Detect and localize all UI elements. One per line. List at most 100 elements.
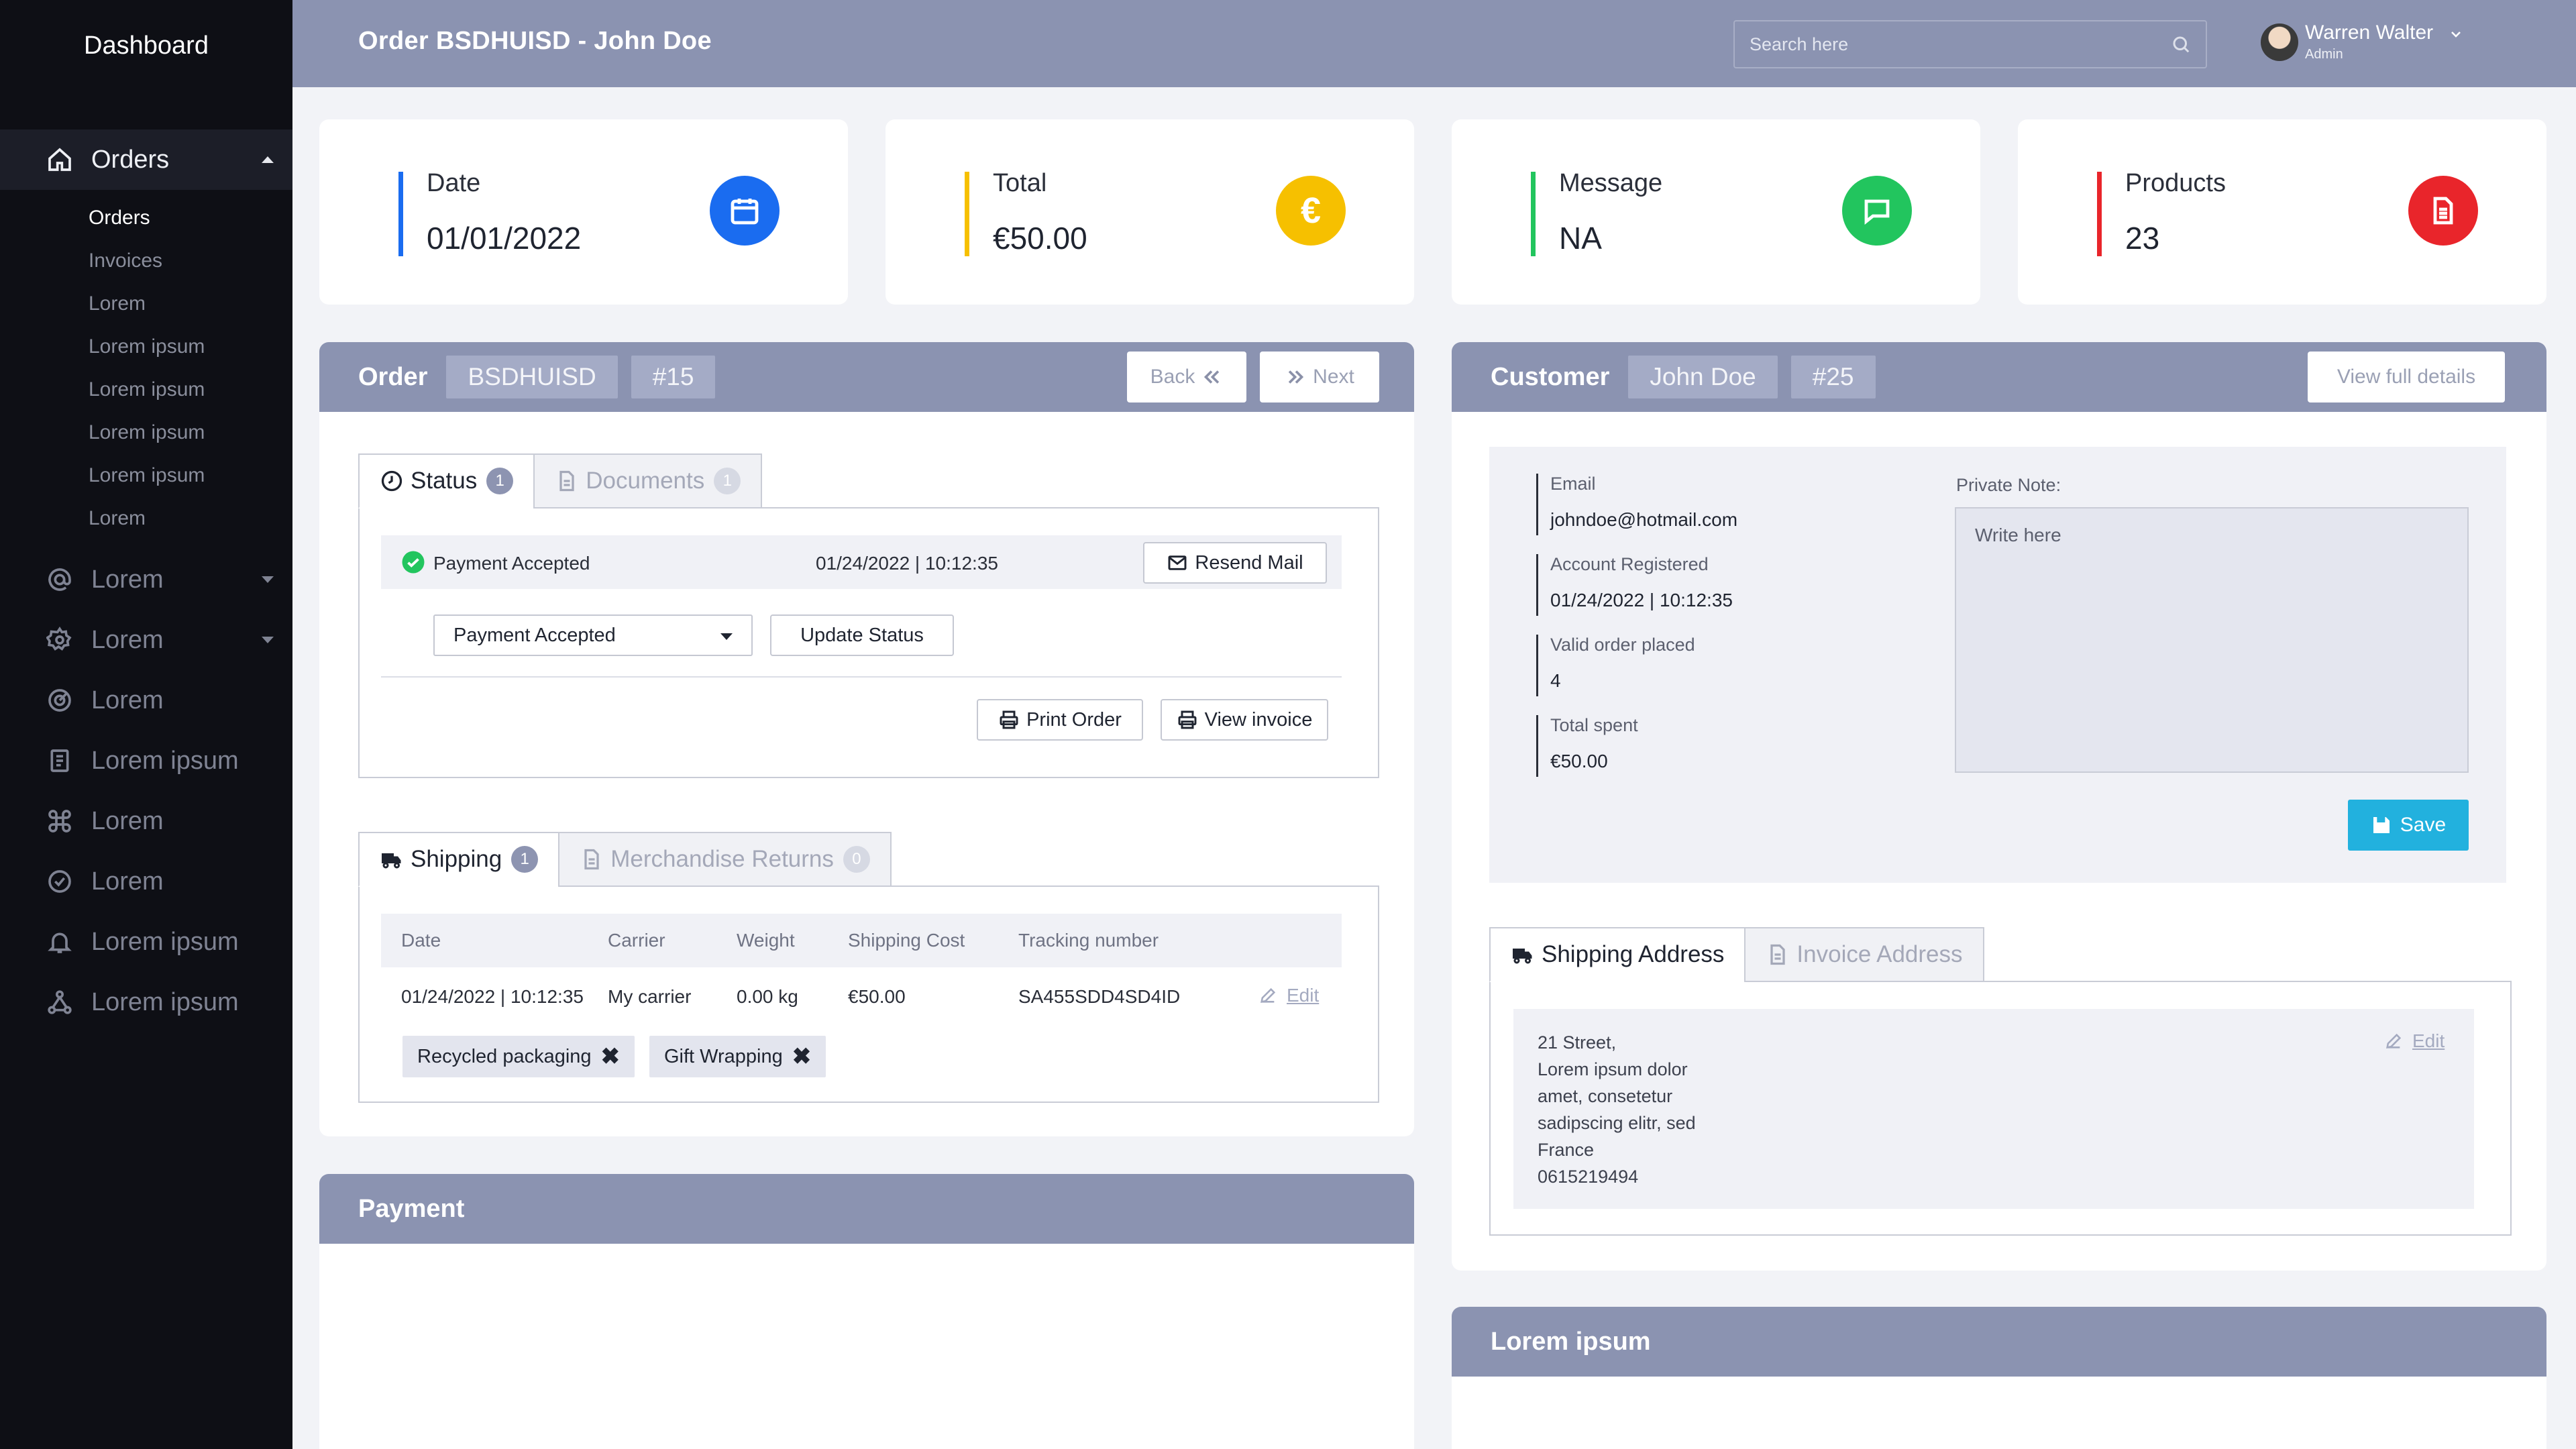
next-label: Next bbox=[1313, 366, 1354, 388]
tab-invoice-address[interactable]: Invoice Address bbox=[1744, 927, 1984, 982]
truck-icon bbox=[382, 853, 401, 869]
column-header-weight: Weight bbox=[737, 930, 795, 951]
tab-shipping-address[interactable]: Shipping Address bbox=[1489, 927, 1746, 982]
submenu-item[interactable]: Lorem bbox=[89, 282, 292, 325]
submenu-item[interactable]: Lorem bbox=[89, 497, 292, 540]
sidebar-item-orders[interactable]: Orders bbox=[0, 129, 292, 190]
pencil-icon bbox=[1260, 987, 1276, 1003]
tag-recycled-packaging[interactable]: Recycled packaging ✖ bbox=[402, 1036, 635, 1077]
submenu-item[interactable]: Lorem ipsum bbox=[89, 368, 292, 411]
info-label: Total spent bbox=[1550, 715, 1638, 735]
close-icon[interactable]: ✖ bbox=[601, 1043, 621, 1070]
sidebar: Dashboard Orders Orders Invoices Lorem L… bbox=[0, 0, 292, 1449]
view-full-details-button[interactable]: View full details bbox=[2308, 352, 2505, 402]
info-value: €50.00 bbox=[1550, 751, 1608, 771]
brand-title[interactable]: Dashboard bbox=[0, 0, 292, 92]
command-icon bbox=[46, 807, 74, 835]
info-total-spent: Total spent €50.00 bbox=[1536, 715, 1638, 777]
close-icon[interactable]: ✖ bbox=[792, 1043, 812, 1070]
tab-shipping[interactable]: Shipping 1 bbox=[358, 832, 560, 887]
edit-shipping-link[interactable]: Edit bbox=[1258, 985, 1319, 1006]
caret-down-icon bbox=[720, 633, 733, 640]
order-code-chip: BSDHUISD bbox=[446, 356, 618, 398]
view-invoice-button[interactable]: View invoice bbox=[1161, 699, 1328, 741]
sidebar-item-label: Lorem bbox=[91, 806, 164, 835]
sidebar-item[interactable]: Lorem bbox=[0, 791, 292, 851]
sidebar-item[interactable]: Lorem bbox=[0, 670, 292, 731]
link-label: Edit bbox=[1287, 985, 1320, 1006]
sidebar-item-label: Orders bbox=[91, 145, 170, 174]
lorem-panel-header: Lorem ipsum bbox=[1452, 1307, 2546, 1377]
user-menu[interactable]: Warren Walter Admin bbox=[2261, 21, 2464, 62]
document-icon bbox=[584, 849, 599, 870]
button-label: Print Order bbox=[1026, 708, 1122, 731]
sidebar-item[interactable]: Lorem ipsum bbox=[0, 912, 292, 972]
update-status-button[interactable]: Update Status bbox=[770, 614, 954, 656]
tab-label: Shipping bbox=[411, 846, 502, 872]
next-button[interactable]: Next bbox=[1260, 352, 1379, 402]
tab-label: Status bbox=[411, 468, 478, 494]
bell-icon bbox=[46, 928, 74, 956]
info-account-registered: Account Registered 01/24/2022 | 10:12:35 bbox=[1536, 554, 1733, 616]
private-note-textarea[interactable]: Write here bbox=[1955, 507, 2469, 773]
document-icon bbox=[1770, 944, 1786, 965]
sidebar-item[interactable]: Lorem bbox=[0, 549, 292, 610]
clock-icon bbox=[381, 470, 402, 492]
status-datetime: 01/24/2022 | 10:12:35 bbox=[816, 553, 998, 574]
resend-mail-button[interactable]: Resend Mail bbox=[1143, 542, 1327, 584]
sidebar-item[interactable]: Lorem ipsum bbox=[0, 731, 292, 791]
tag-gift-wrapping[interactable]: Gift Wrapping ✖ bbox=[649, 1036, 826, 1077]
table-cell-date: 01/24/2022 | 10:12:35 bbox=[401, 986, 584, 1007]
calendar-icon bbox=[710, 176, 780, 246]
tab-label: Invoice Address bbox=[1796, 941, 1963, 967]
sidebar-item[interactable]: Lorem bbox=[0, 610, 292, 670]
stat-value: 01/01/2022 bbox=[427, 221, 582, 256]
panel-title: Payment bbox=[358, 1194, 465, 1223]
address-line: 21 Street, bbox=[1538, 1032, 1617, 1053]
tab-documents[interactable]: Documents 1 bbox=[533, 453, 763, 508]
accent-bar bbox=[398, 172, 403, 256]
sidebar-item[interactable]: Lorem bbox=[0, 851, 292, 912]
user-name: Warren Walter bbox=[2305, 21, 2434, 44]
sidebar-item-label: Lorem ipsum bbox=[91, 927, 239, 956]
print-order-button[interactable]: Print Order bbox=[977, 699, 1143, 741]
back-label: Back bbox=[1150, 366, 1195, 388]
column-header-shipping-cost: Shipping Cost bbox=[848, 930, 965, 951]
tab-merchandise-returns[interactable]: Merchandise Returns 0 bbox=[558, 832, 892, 887]
submenu-item[interactable]: Lorem ipsum bbox=[89, 325, 292, 368]
caret-down-icon bbox=[262, 576, 274, 583]
printer-icon bbox=[1000, 710, 1018, 729]
stat-value: €50.00 bbox=[993, 221, 1087, 256]
submenu-item-invoices[interactable]: Invoices bbox=[89, 239, 292, 282]
submenu-item[interactable]: Lorem ipsum bbox=[89, 454, 292, 497]
floppy-disk-icon bbox=[2373, 817, 2390, 833]
edit-address-link[interactable]: Edit bbox=[2384, 1030, 2445, 1052]
tab-status[interactable]: Status 1 bbox=[358, 453, 535, 508]
payment-panel: Payment bbox=[319, 1174, 1414, 1449]
back-button[interactable]: Back bbox=[1127, 352, 1246, 402]
stat-label: Total bbox=[993, 169, 1047, 197]
search-input[interactable]: Search here bbox=[1733, 20, 2207, 68]
pencil-icon bbox=[2386, 1033, 2402, 1049]
accent-bar bbox=[1531, 172, 1536, 256]
info-label: Valid order placed bbox=[1550, 635, 1695, 655]
payment-panel-header: Payment bbox=[319, 1174, 1414, 1244]
button-label: Update Status bbox=[800, 624, 924, 646]
caret-up-icon bbox=[262, 156, 274, 163]
table-cell-tracking-number: SA455SDD4SD4ID bbox=[1018, 986, 1181, 1007]
sidebar-item[interactable]: Lorem ipsum bbox=[0, 972, 292, 1032]
tab-count-badge: 1 bbox=[714, 468, 741, 494]
info-label: Account Registered bbox=[1550, 554, 1709, 574]
note-placeholder: Write here bbox=[1975, 525, 2061, 545]
submenu-item-orders[interactable]: Orders bbox=[89, 197, 292, 239]
tab-count-badge: 0 bbox=[843, 846, 870, 873]
search-icon bbox=[2173, 36, 2190, 53]
tab-label: Shipping Address bbox=[1542, 941, 1725, 967]
sidebar-item-label: Lorem bbox=[91, 625, 164, 654]
info-value: johndoe@hotmail.com bbox=[1550, 509, 1738, 530]
submenu-item[interactable]: Lorem ipsum bbox=[89, 411, 292, 454]
sidebar-item-label: Lorem bbox=[91, 565, 164, 594]
shipping-tabs: Shipping 1 Merchandise Returns 0 bbox=[358, 832, 892, 887]
status-select[interactable]: Payment Accepted bbox=[433, 614, 753, 656]
save-button[interactable]: Save bbox=[2348, 800, 2469, 851]
